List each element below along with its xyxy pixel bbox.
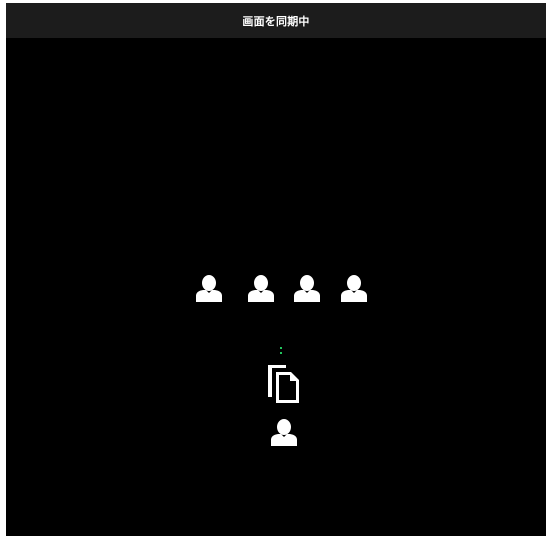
- screen-sync-window: 画面を同期中: [6, 3, 546, 536]
- sync-activity-indicator: [278, 347, 284, 355]
- sync-canvas: [6, 38, 546, 536]
- participant-3-person-icon: [292, 274, 322, 302]
- window-title: 画面を同期中: [242, 14, 310, 28]
- participant-1-person-icon: [194, 274, 224, 302]
- participant-4-person-icon: [339, 274, 369, 302]
- participant-2-person-icon: [246, 274, 276, 302]
- presenter-person-icon: [269, 418, 299, 446]
- copy-document-icon: [264, 363, 304, 405]
- title-bar: 画面を同期中: [6, 3, 546, 38]
